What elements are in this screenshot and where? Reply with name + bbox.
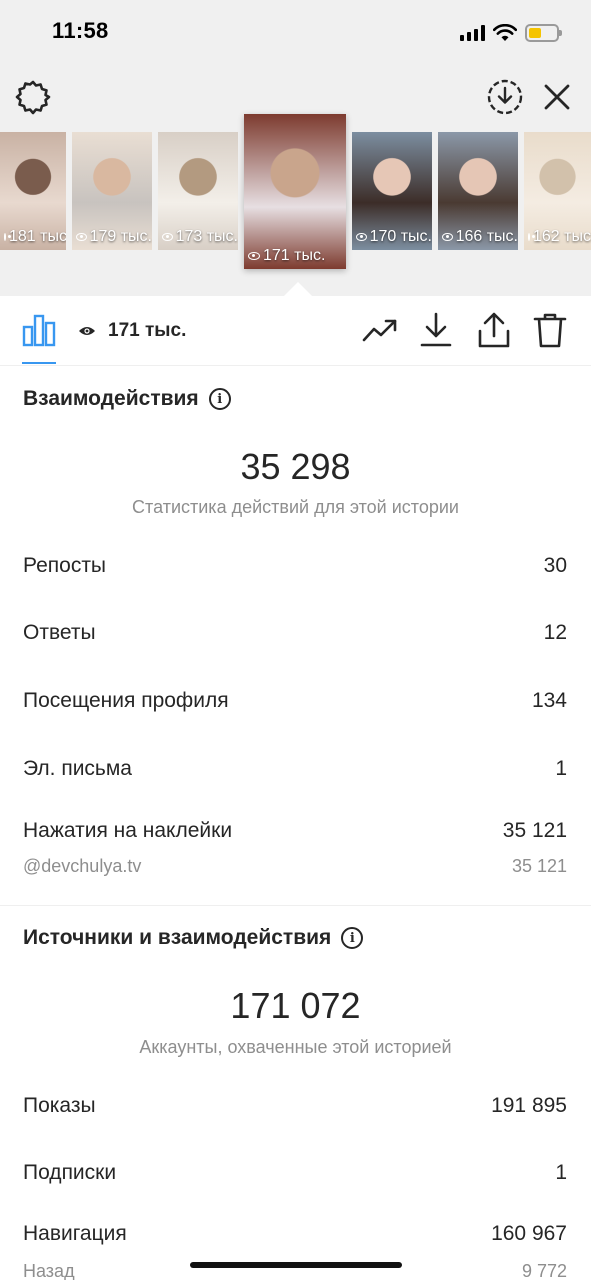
metric-value: 191 895 — [491, 1094, 567, 1117]
section-divider — [0, 905, 591, 906]
trash-icon[interactable] — [532, 310, 568, 350]
metric-value: 134 — [531, 689, 567, 712]
metric-label: Показы — [23, 1094, 96, 1117]
story-thumbnail[interactable]: 179 тыс. — [72, 132, 152, 250]
metric-label: Навигация — [23, 1222, 127, 1245]
share-icon[interactable] — [476, 310, 512, 350]
metric-value: 9 772 — [521, 1261, 567, 1280]
settings-gear-icon[interactable] — [14, 78, 52, 116]
eye-icon — [442, 233, 453, 241]
story-thumbnail-strip[interactable]: 181 тыс. 179 тыс. 173 тыс. 171 тыс. 170 … — [0, 112, 591, 272]
metric-row-follows: Подписки 1 — [23, 1161, 567, 1185]
metric-label: Эл. письма — [23, 757, 132, 780]
eye-icon — [79, 327, 95, 335]
battery-icon — [525, 24, 562, 42]
views-total-value: 171 тыс. — [108, 320, 187, 341]
metric-value: 1 — [555, 1161, 567, 1184]
stories-header: 11:58 181 тыс. 179 тыс. 173 тыс. 171 тыс… — [0, 0, 591, 296]
eye-icon — [4, 233, 11, 241]
eye-icon — [528, 233, 535, 241]
wifi-icon — [493, 24, 517, 41]
eye-icon — [356, 233, 367, 241]
interactions-section-title: Взаимодействия i — [23, 387, 231, 411]
sticker-mention-row[interactable]: @devchulya.tv 35 121 — [23, 856, 567, 877]
info-icon[interactable]: i — [208, 388, 231, 410]
metric-row-reposts: Репосты 30 — [23, 554, 567, 578]
metric-label: Нажатия на наклейки — [23, 819, 233, 842]
story-views: 171 тыс. — [244, 243, 346, 269]
bar-chart-icon[interactable] — [22, 312, 56, 348]
discovery-section-title: Источники и взаимодействия i — [23, 926, 364, 950]
story-views: 170 тыс. — [352, 224, 432, 250]
close-icon[interactable] — [540, 80, 574, 114]
metric-value: 160 967 — [491, 1222, 567, 1245]
status-icons — [460, 22, 562, 44]
metric-row-profile-visits: Посещения профиля 134 — [23, 689, 567, 713]
story-views-total: 171 тыс. — [78, 320, 186, 342]
status-time: 11:58 — [52, 18, 109, 43]
selected-story-pointer — [284, 282, 312, 296]
save-story-icon[interactable] — [486, 78, 524, 116]
story-views: 162 тыс. — [524, 224, 591, 250]
story-thumbnail[interactable]: 173 тыс. — [158, 132, 238, 250]
metric-value: 1 — [555, 757, 567, 780]
story-views: 173 тыс. — [158, 224, 238, 250]
metric-label: Ответы — [23, 621, 96, 644]
download-icon[interactable] — [418, 310, 454, 350]
metric-row-impressions: Показы 191 895 — [23, 1094, 567, 1118]
reach-caption: Аккаунты, охваченные этой историей — [139, 1037, 452, 1057]
story-thumbnail[interactable]: 166 тыс. — [438, 132, 518, 250]
eye-icon — [162, 233, 173, 241]
cellular-signal-icon — [460, 25, 485, 41]
trend-icon[interactable] — [360, 314, 400, 348]
metric-row-replies: Ответы 12 — [23, 621, 567, 645]
metric-value: 35 121 — [502, 819, 567, 842]
story-thumbnail-selected[interactable]: 171 тыс. — [244, 114, 346, 269]
metric-row-emails: Эл. письма 1 — [23, 757, 567, 781]
metric-label: Подписки — [23, 1161, 117, 1184]
metric-label: Назад — [23, 1261, 75, 1280]
eye-icon — [76, 233, 87, 241]
eye-icon — [248, 252, 260, 260]
metric-row-sticker-taps: Нажатия на наклейки 35 121 — [23, 819, 567, 843]
story-thumbnail[interactable]: 181 тыс. — [0, 132, 66, 250]
home-indicator[interactable] — [190, 1262, 402, 1268]
story-views: 166 тыс. — [438, 224, 518, 250]
interactions-total: 35 298 — [240, 446, 351, 487]
interactions-caption: Статистика действий для этой истории — [132, 497, 459, 517]
story-thumbnail[interactable]: 170 тыс. — [352, 132, 432, 250]
story-views: 181 тыс. — [0, 224, 66, 250]
story-views: 179 тыс. — [72, 224, 152, 250]
metric-label: Посещения профиля — [23, 689, 229, 712]
reach-total: 171 072 — [230, 985, 361, 1026]
status-bar: 11:58 — [0, 0, 591, 64]
info-icon[interactable]: i — [341, 927, 364, 949]
metric-row-navigation: Навигация 160 967 — [23, 1222, 567, 1246]
metric-label: Репосты — [23, 554, 107, 577]
active-tab-indicator — [22, 362, 56, 364]
story-thumbnail[interactable]: 162 тыс. — [524, 132, 591, 250]
sticker-mention-label: @devchulya.tv — [23, 856, 142, 876]
metric-value: 30 — [543, 554, 567, 577]
sticker-mention-value: 35 121 — [511, 856, 567, 876]
metric-value: 12 — [543, 621, 567, 644]
story-action-bar: 171 тыс. — [0, 296, 591, 366]
